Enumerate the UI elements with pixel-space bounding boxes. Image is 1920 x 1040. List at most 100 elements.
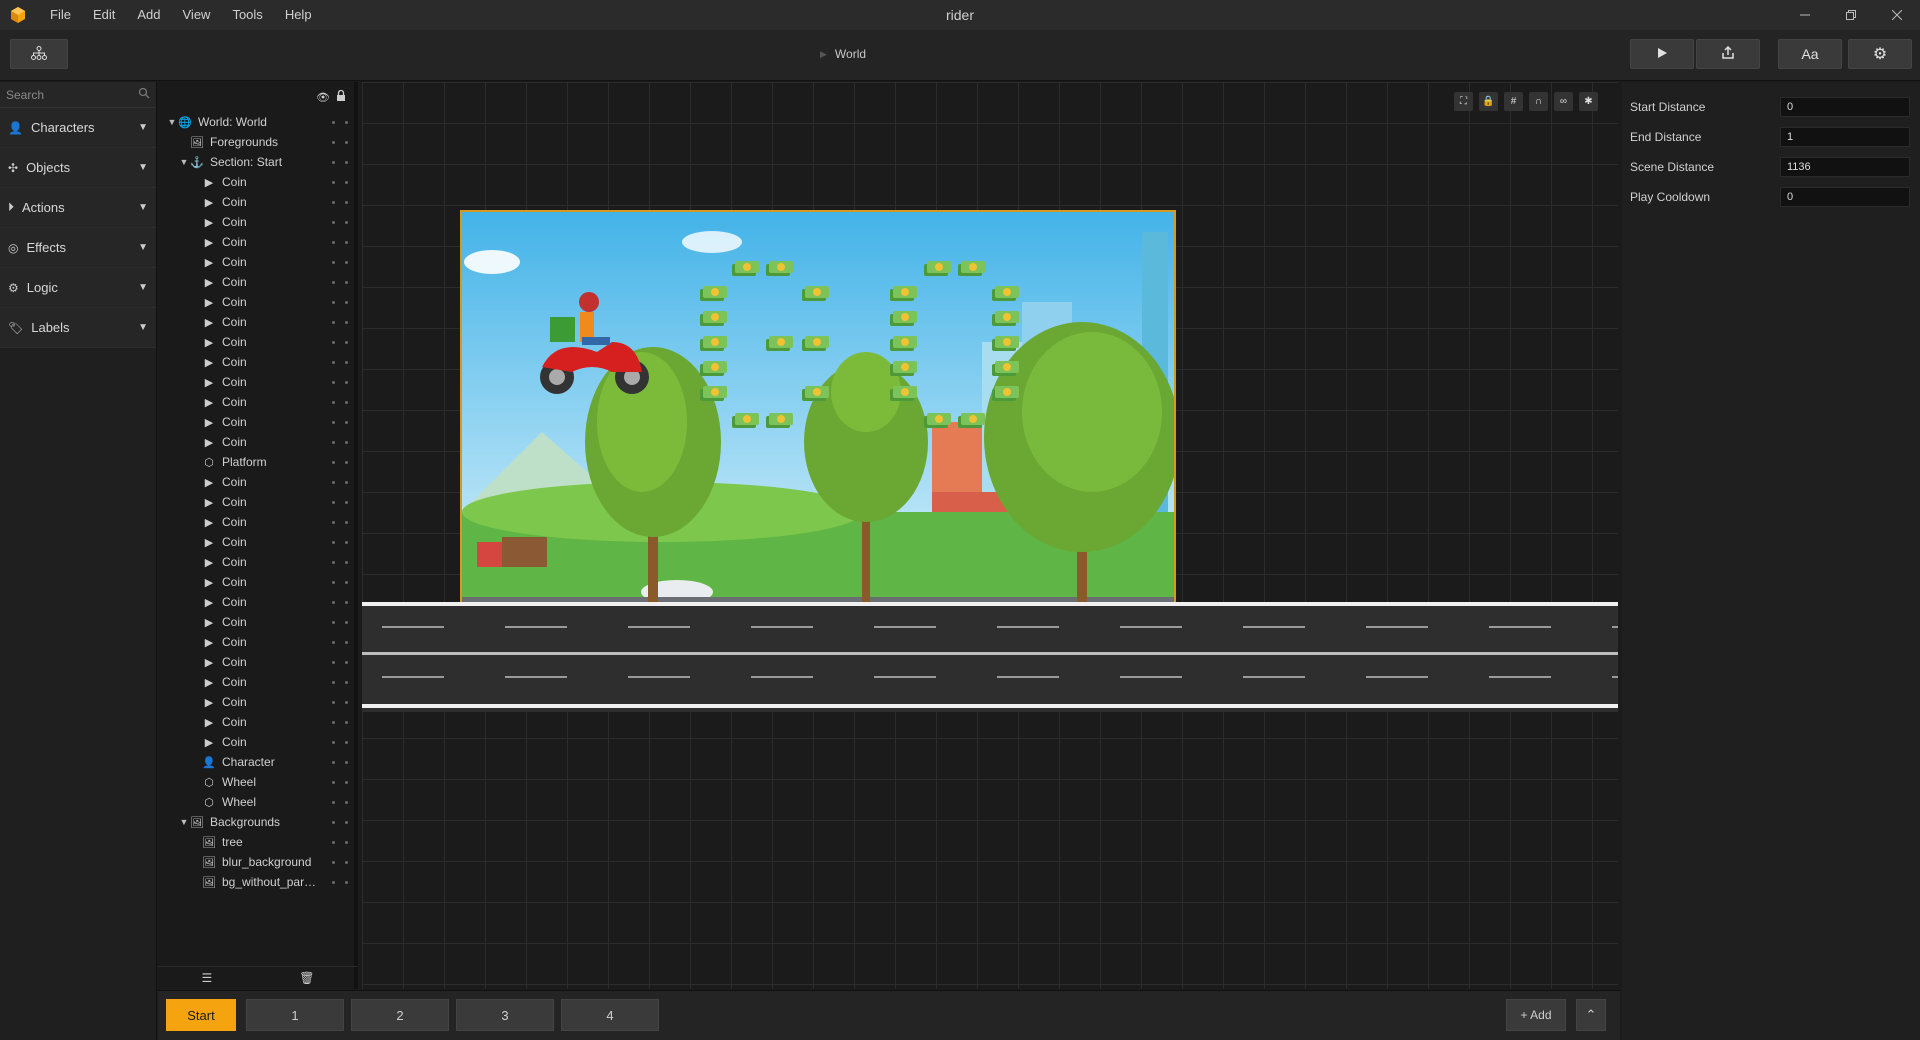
row-toggles[interactable]	[332, 872, 348, 892]
coin-sprite[interactable]	[990, 283, 1020, 305]
coin-sprite[interactable]	[800, 283, 830, 305]
settings-button[interactable]: ⚙	[1848, 39, 1912, 69]
row-toggles[interactable]	[332, 192, 348, 212]
start-distance-input[interactable]	[1780, 97, 1910, 117]
coin-sprite[interactable]	[888, 333, 918, 355]
row-toggles[interactable]	[332, 572, 348, 592]
category-objects[interactable]: ✣ Objects ▼	[0, 148, 156, 188]
coin-sprite[interactable]	[800, 383, 830, 405]
tree-item[interactable]: ▶ Coin	[158, 252, 354, 272]
tree-item[interactable]: ⬡ Platform	[158, 452, 354, 472]
add-scene-button[interactable]: + Add	[1506, 999, 1566, 1031]
tree-item[interactable]: ▶ Coin	[158, 192, 354, 212]
row-toggles[interactable]	[332, 412, 348, 432]
minimize-button[interactable]	[1782, 0, 1828, 30]
row-toggles[interactable]	[332, 492, 348, 512]
link-icon[interactable]: ∞	[1554, 92, 1573, 111]
row-toggles[interactable]	[332, 772, 348, 792]
row-toggles[interactable]	[332, 332, 348, 352]
row-toggles[interactable]	[332, 452, 348, 472]
row-toggles[interactable]	[332, 592, 348, 612]
tree-item[interactable]: ▶ Coin	[158, 592, 354, 612]
restore-button[interactable]	[1828, 0, 1874, 30]
row-toggles[interactable]	[332, 352, 348, 372]
trash-icon[interactable]: 🗑	[299, 971, 314, 985]
menu-view[interactable]: View	[172, 0, 222, 30]
tree-item[interactable]: ▶ Coin	[158, 552, 354, 572]
coin-sprite[interactable]	[990, 308, 1020, 330]
row-toggles[interactable]	[332, 612, 348, 632]
tree-item[interactable]: ▶ Coin	[158, 732, 354, 752]
scene-viewport[interactable]: ⛶ 🔒 # ∩ ∞ ✱	[362, 82, 1618, 989]
expand-arrow-icon[interactable]: ▼	[166, 117, 178, 127]
expand-arrow-icon[interactable]: ▼	[178, 157, 190, 167]
coin-sprite[interactable]	[764, 410, 794, 432]
tree-item[interactable]: ▼ 🖼 Backgrounds	[158, 812, 354, 832]
coin-sprite[interactable]	[730, 258, 760, 280]
row-toggles[interactable]	[332, 272, 348, 292]
menu-help[interactable]: Help	[274, 0, 323, 30]
category-characters[interactable]: 👤 Characters ▼	[0, 108, 156, 148]
tree-item[interactable]: ▶ Coin	[158, 692, 354, 712]
row-toggles[interactable]	[332, 292, 348, 312]
tree-item[interactable]: 🖼 blur_background	[158, 852, 354, 872]
tree-item[interactable]: 🖼 Foregrounds	[158, 132, 354, 152]
tree-item[interactable]: ▶ Coin	[158, 432, 354, 452]
row-toggles[interactable]	[332, 652, 348, 672]
row-toggles[interactable]	[332, 732, 348, 752]
lock-icon[interactable]	[336, 89, 346, 104]
tree-item[interactable]: ▼ 🌐 World: World	[158, 112, 354, 132]
collapse-all-icon[interactable]: ☰	[202, 971, 213, 985]
category-labels[interactable]: 🏷 Labels ▼	[0, 308, 156, 348]
tree-item[interactable]: ▶ Coin	[158, 372, 354, 392]
coin-sprite[interactable]	[888, 283, 918, 305]
tree-item[interactable]: ▶ Coin	[158, 212, 354, 232]
play-cooldown-input[interactable]	[1780, 187, 1910, 207]
tree-item[interactable]: ▶ Coin	[158, 172, 354, 192]
hierarchy-button[interactable]	[10, 39, 68, 69]
scene-distance-input[interactable]	[1780, 157, 1910, 177]
lock-view-icon[interactable]: 🔒	[1479, 92, 1498, 111]
row-toggles[interactable]	[332, 232, 348, 252]
tree-item[interactable]: ▶ Coin	[158, 272, 354, 292]
tree-item[interactable]: ▶ Coin	[158, 652, 354, 672]
row-toggles[interactable]	[332, 692, 348, 712]
tree-item[interactable]: 🖼 tree	[158, 832, 354, 852]
scene-frame[interactable]	[460, 210, 1176, 604]
tree-item[interactable]: ▶ Coin	[158, 232, 354, 252]
search-input[interactable]	[6, 87, 126, 102]
row-toggles[interactable]	[332, 152, 348, 172]
row-toggles[interactable]	[332, 752, 348, 772]
tree-item[interactable]: ⬡ Wheel	[158, 772, 354, 792]
tree-item[interactable]: ▶ Coin	[158, 312, 354, 332]
coin-sprite[interactable]	[990, 358, 1020, 380]
coin-sprite[interactable]	[698, 383, 728, 405]
tree-item[interactable]: ▼ ⚓ Section: Start	[158, 152, 354, 172]
coin-sprite[interactable]	[764, 333, 794, 355]
tree-item[interactable]: 🖼 bg_without_par…	[158, 872, 354, 892]
menu-tools[interactable]: Tools	[221, 0, 273, 30]
coin-sprite[interactable]	[730, 410, 760, 432]
end-distance-input[interactable]	[1780, 127, 1910, 147]
tree-item[interactable]: 👤 Character	[158, 752, 354, 772]
category-actions[interactable]: ⏵ Actions ▼	[0, 188, 156, 228]
row-toggles[interactable]	[332, 372, 348, 392]
coin-sprite[interactable]	[800, 333, 830, 355]
magnet-icon[interactable]: ∩	[1529, 92, 1548, 111]
tree-item[interactable]: ⬡ Wheel	[158, 792, 354, 812]
scene-tab-start[interactable]: Start	[166, 999, 236, 1031]
row-toggles[interactable]	[332, 212, 348, 232]
row-toggles[interactable]	[332, 832, 348, 852]
row-toggles[interactable]	[332, 512, 348, 532]
tree-item[interactable]: ▶ Coin	[158, 492, 354, 512]
row-toggles[interactable]	[332, 812, 348, 832]
row-toggles[interactable]	[332, 712, 348, 732]
tree-item[interactable]: ▶ Coin	[158, 332, 354, 352]
row-toggles[interactable]	[332, 172, 348, 192]
row-toggles[interactable]	[332, 252, 348, 272]
coin-sprite[interactable]	[956, 258, 986, 280]
debug-icon[interactable]: ✱	[1579, 92, 1598, 111]
scene-tab-2[interactable]: 2	[351, 999, 449, 1031]
close-button[interactable]	[1874, 0, 1920, 30]
category-effects[interactable]: ◎ Effects ▼	[0, 228, 156, 268]
